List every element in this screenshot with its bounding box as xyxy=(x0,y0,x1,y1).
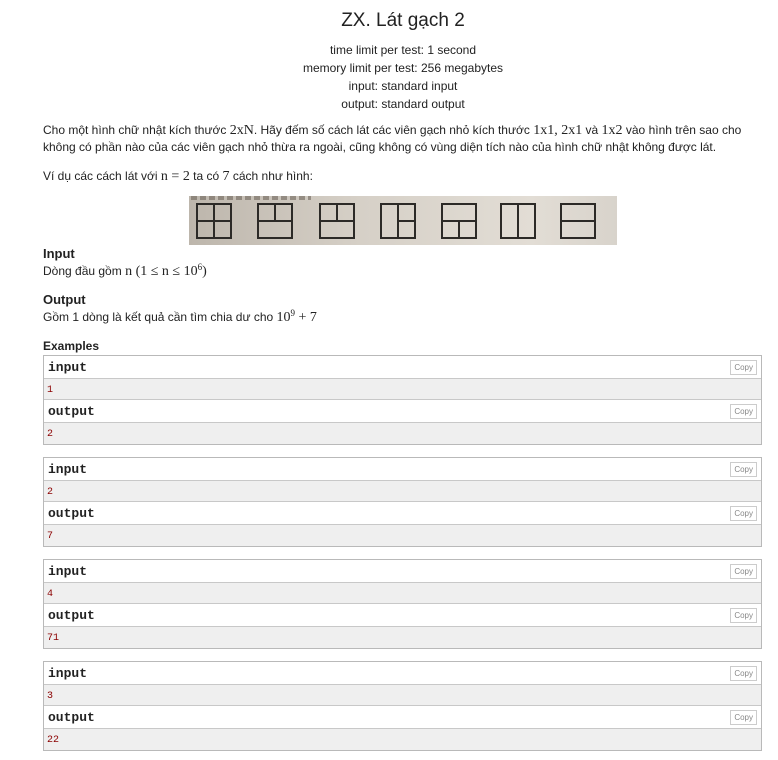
output-header: output Copy xyxy=(44,400,761,423)
statement-paragraph: Cho một hình chữ nhật kích thước 2xN. Hã… xyxy=(43,123,742,154)
input-header: input Copy xyxy=(44,560,761,583)
input-label: input xyxy=(48,360,88,375)
copy-button[interactable]: Copy xyxy=(730,608,757,623)
input-value: 3 xyxy=(44,685,761,706)
input-label: input xyxy=(48,564,88,579)
input-label: input xyxy=(48,462,88,477)
output-heading: Output xyxy=(43,292,86,307)
output-spec: output: standard output xyxy=(341,97,465,111)
problem-title: ZX. Lát gạch 2 xyxy=(341,10,465,31)
output-description: Gồm 1 dòng là kết quả cần tìm chia dư ch… xyxy=(43,308,317,325)
output-label: output xyxy=(48,710,95,725)
tiling-vertical-two-squares xyxy=(257,203,293,239)
input-heading: Input xyxy=(43,246,75,261)
input-header: input Copy xyxy=(44,458,761,481)
input-spec: input: standard input xyxy=(348,79,458,93)
tiling-photo xyxy=(189,196,617,245)
output-header: output Copy xyxy=(44,604,761,627)
output-label: output xyxy=(48,404,95,419)
output-label: output xyxy=(48,506,95,521)
output-value: 71 xyxy=(44,627,761,648)
math-seven: 7 xyxy=(222,169,230,184)
tiling-two-vertical xyxy=(500,203,536,239)
input-value: 4 xyxy=(44,583,761,604)
math-2xN: 2xN xyxy=(229,123,254,138)
example-block: input Copy 1 output Copy 2 xyxy=(43,355,762,445)
output-label: output xyxy=(48,608,95,623)
memory-limit: memory limit per test: 256 megabytes xyxy=(302,61,504,75)
input-value: 2 xyxy=(44,481,761,502)
output-value: 22 xyxy=(44,729,761,750)
example-block: input Copy 2 output Copy 7 xyxy=(43,457,762,547)
output-value: 7 xyxy=(44,525,761,546)
copy-button[interactable]: Copy xyxy=(730,564,757,579)
math-n-equals-2: n = 2 xyxy=(160,169,190,184)
output-header: output Copy xyxy=(44,502,761,525)
tiling-two-horizontal xyxy=(560,203,596,239)
input-value: 1 xyxy=(44,379,761,400)
example-block: input Copy 4 output Copy 71 xyxy=(43,559,762,649)
copy-button[interactable]: Copy xyxy=(730,506,757,521)
photo-text-fragment xyxy=(191,196,311,200)
output-value: 2 xyxy=(44,423,761,444)
limits-block: time limit per test: 1 second memory lim… xyxy=(0,41,778,113)
time-limit: time limit per test: 1 second xyxy=(329,43,477,57)
copy-button[interactable]: Copy xyxy=(730,666,757,681)
tiling-top-split xyxy=(319,203,355,239)
tiling-bottom-split xyxy=(441,203,477,239)
example-block: input Copy 3 output Copy 22 xyxy=(43,661,762,751)
tiling-1x1-four xyxy=(196,203,232,239)
tiling-right-split xyxy=(380,203,416,239)
input-description: Dòng đầu gồm n (1 ≤ n ≤ 106) xyxy=(43,262,207,279)
example-paragraph: Ví dụ các cách lát với n = 2 ta có 7 các… xyxy=(43,169,313,184)
input-label: input xyxy=(48,666,88,681)
examples-heading: Examples xyxy=(43,339,100,353)
math-1x2: 1x2 xyxy=(601,123,623,138)
math-tile-sizes: 1x1, 2x1 xyxy=(533,123,583,138)
copy-button[interactable]: Copy xyxy=(730,404,757,419)
copy-button[interactable]: Copy xyxy=(730,462,757,477)
copy-button[interactable]: Copy xyxy=(730,710,757,725)
copy-button[interactable]: Copy xyxy=(730,360,757,375)
input-header: input Copy xyxy=(44,356,761,379)
input-header: input Copy xyxy=(44,662,761,685)
output-header: output Copy xyxy=(44,706,761,729)
